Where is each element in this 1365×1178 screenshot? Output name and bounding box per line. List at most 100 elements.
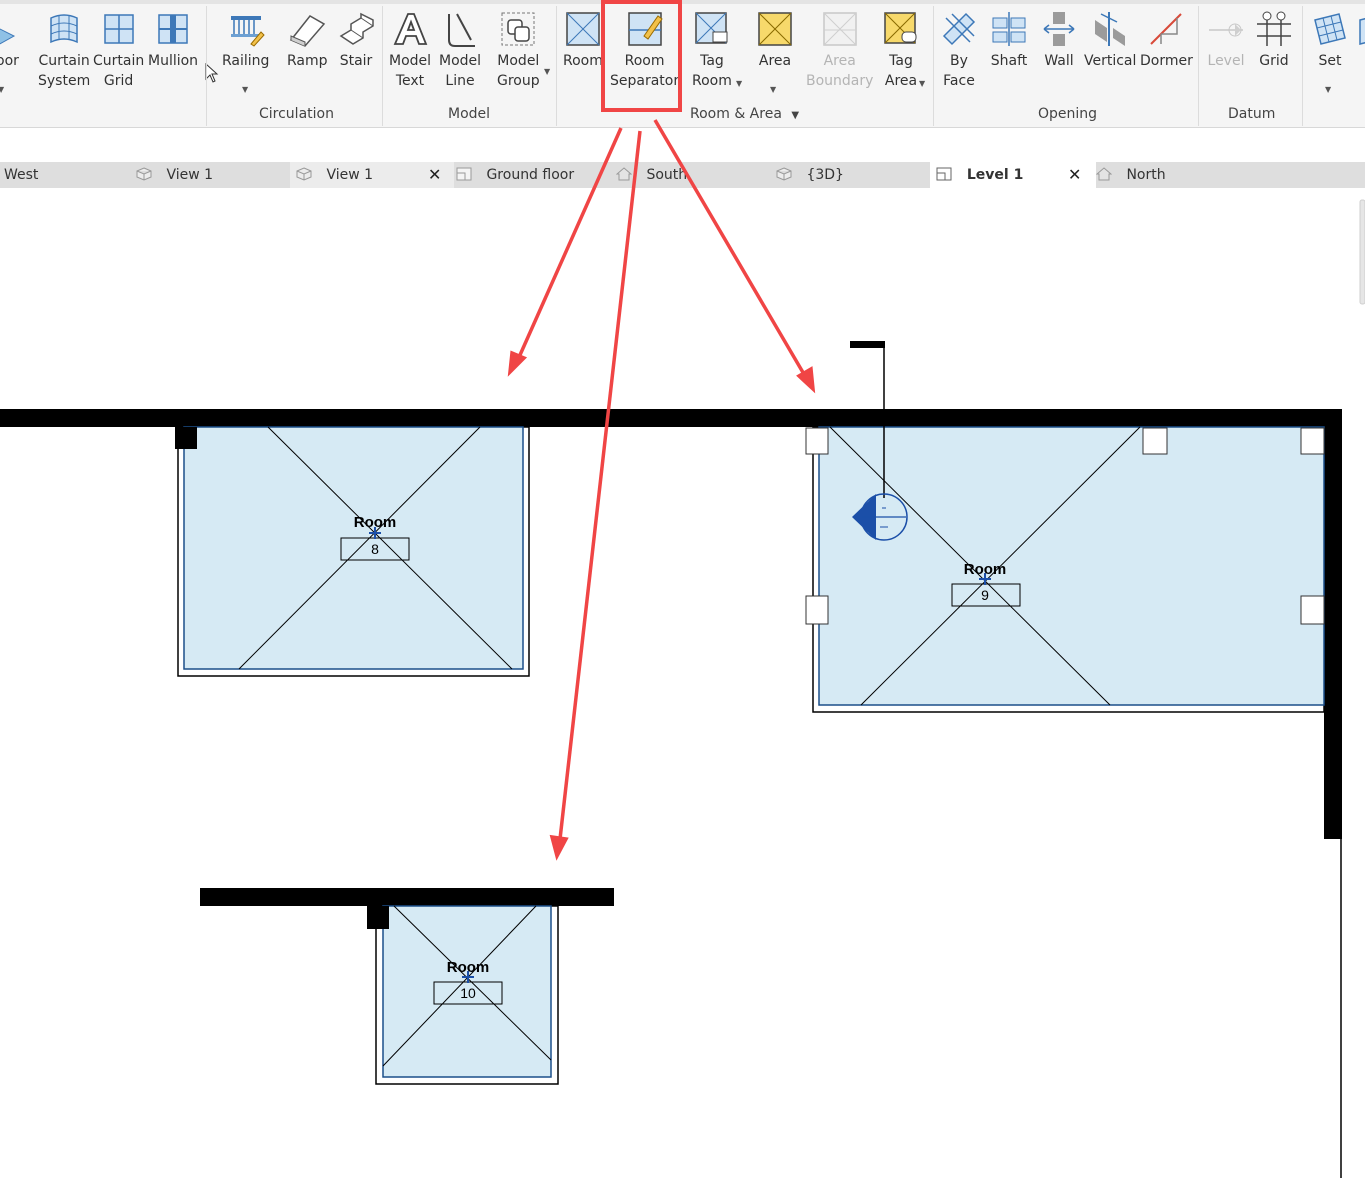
elevation-icon [616,167,632,181]
3d-view-icon [296,167,312,181]
tab-south[interactable]: South [616,162,766,188]
room-8-number[interactable]: 8 [371,541,379,557]
room-9-number[interactable]: 9 [981,587,989,603]
workplane-grid-icon [1314,13,1346,45]
wall-opening-icon [1043,12,1075,46]
wall-lower[interactable] [200,888,614,906]
close-icon[interactable]: ✕ [428,162,441,188]
area-tool[interactable]: Area ▼ [756,10,794,94]
level-icon [1209,23,1243,37]
mullion-icon [158,14,188,44]
group-label-room-area-text: Room & Area [690,106,782,122]
tag-area-tool[interactable]: Tag Area ▼ [882,10,925,91]
tab-label: View 1 [166,167,214,183]
ribbon-separator [556,6,557,126]
3d-view-icon [136,167,152,181]
group-label-opening: Opening [1038,106,1098,122]
ramp-tool[interactable]: Ramp [287,10,328,71]
room-separator-icon [627,12,663,46]
ramp-icon [290,15,326,47]
mouse-cursor-icon [205,63,219,83]
room-9-name[interactable]: Room [964,561,1007,578]
shaft-icon [992,12,1026,46]
level-tool[interactable]: Level [1207,10,1245,71]
model-line-icon [448,13,476,47]
area-icon [758,12,792,46]
tab-west[interactable]: West [4,162,128,188]
model-group-tool[interactable]: Model Group ▼ [497,10,550,91]
set-workplane-tool[interactable]: Set ▼ [1311,10,1349,94]
grid-icon [1257,11,1291,46]
close-icon[interactable]: ✕ [1068,162,1081,188]
view-tab-bar: West View 1 View 1 ✕ Ground floor South … [0,162,1365,188]
group-label-circulation: Circulation [259,106,334,122]
room-separator-tool[interactable]: Room Separator [610,10,679,91]
mullion-tool[interactable]: Mullion [148,10,198,71]
shaft-tool[interactable]: Shaft [990,10,1028,71]
chevron-down-icon: ▼ [736,79,743,88]
tab-label: West [4,167,39,183]
model-text-tool[interactable]: Model Text [389,10,431,91]
chevron-down-icon: ▼ [791,110,800,121]
tag-area-icon [884,12,917,44]
room-10-number[interactable]: 10 [460,985,476,1001]
tab-label: Ground floor [486,167,575,183]
room-10-name[interactable]: Room [447,959,490,976]
show-workplane-tool[interactable]: S [1356,10,1365,71]
tab-ground-floor[interactable]: Ground floor [456,162,606,188]
tab-label: South [646,167,688,183]
floor-icon [0,28,16,45]
room-icon [566,12,600,46]
vertical-opening-icon [1095,12,1126,46]
group-label-room-area[interactable]: Room & Area ▼ [690,106,799,122]
area-boundary-tool[interactable]: Area Boundary [806,10,873,91]
curtain-grid-tool[interactable]: Curtain Grid [93,10,144,91]
wall-top[interactable] [0,409,1342,427]
tab-label: {3D} [806,167,844,183]
model-group-icon [501,12,535,46]
floor-tool[interactable]: oor ▼ [0,10,19,94]
ribbon-top-strip [0,0,1365,4]
floor-plan-icon [456,167,472,181]
by-face-tool[interactable]: By Face [940,10,978,91]
chevron-down-icon: ▼ [770,85,777,94]
chevron-down-icon: ▼ [1325,85,1332,94]
ribbon: oor ▼ Curtain System Curtain Grid Mullio… [0,0,1365,128]
chevron-down-icon: ▼ [919,79,926,88]
wall-right[interactable] [1324,409,1342,839]
floor-plan-icon [936,167,952,181]
tab-3d[interactable]: {3D} [776,162,926,188]
by-face-icon [942,12,976,46]
group-label-datum: Datum [1228,106,1276,122]
ribbon-separator [1198,6,1199,126]
floor-plan-drawing: Room 8 Room 9 Room 10 [0,199,1365,1178]
chevron-down-icon: ▼ [0,85,5,94]
tab-label: North [1126,167,1166,183]
drawing-canvas[interactable]: Room 8 Room 9 Room 10 [0,188,1365,1178]
room-tool[interactable]: Room [563,10,603,71]
wall-opening-tool[interactable]: Wall [1040,10,1078,71]
tag-room-tool[interactable]: Tag Room ▼ [692,10,742,91]
tab-view-1[interactable]: View 1 [136,162,286,188]
stair-tool[interactable]: Stair [337,10,375,71]
vertical-opening-tool[interactable]: Vertical [1084,10,1136,71]
tag-room-icon [695,12,728,44]
curtain-system-tool[interactable]: Curtain System [38,10,90,91]
tab-level-1[interactable]: Level 1 ✕ [930,162,1096,188]
room-8-name[interactable]: Room [354,514,397,531]
ribbon-separator [206,6,207,126]
grid-tool[interactable]: Grid [1255,10,1293,71]
dormer-tool[interactable]: Dormer [1140,10,1193,71]
3d-view-icon [776,167,792,181]
tab-label: View 1 [326,167,374,183]
ribbon-separator [382,6,383,126]
vertical-scrollbar[interactable] [1359,199,1365,305]
curtain-grid-icon [103,14,134,44]
tab-view-1-second[interactable]: View 1 ✕ [290,162,454,188]
tab-north[interactable]: North [1096,162,1246,188]
ribbon-separator [1302,6,1303,126]
elevation-icon [1096,167,1112,181]
room-8[interactable] [175,426,530,677]
railing-tool[interactable]: Railing ▼ [222,10,269,94]
model-line-tool[interactable]: Model Line [439,10,481,91]
